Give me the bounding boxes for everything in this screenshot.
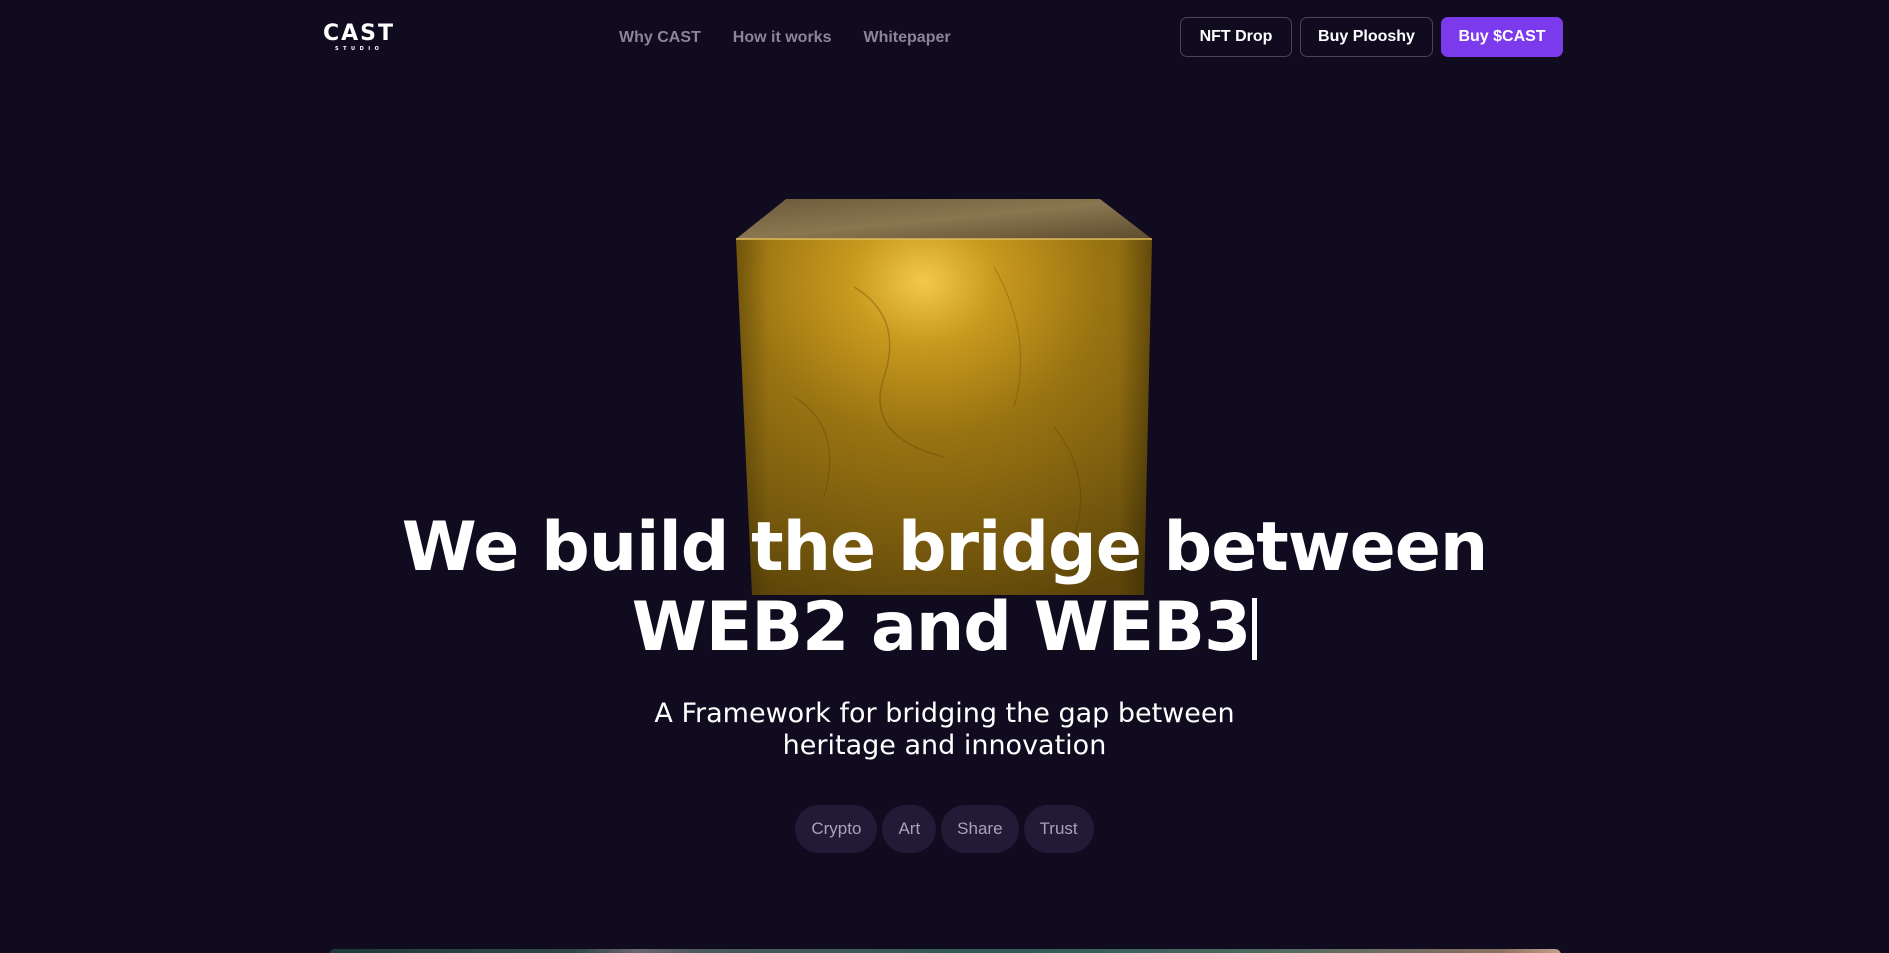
nav-link-why-cast[interactable]: Why CAST [619, 26, 701, 50]
buy-plooshy-button[interactable]: Buy Plooshy [1300, 17, 1433, 57]
tag-art: Art [882, 805, 937, 853]
nav-link-how-it-works[interactable]: How it works [733, 26, 832, 50]
hero-tags: Crypto Art Share Trust [0, 805, 1889, 853]
headline-line-1: We build the bridge between [401, 508, 1489, 587]
buy-cast-button[interactable]: Buy $CAST [1441, 17, 1563, 57]
subtitle-line-2: heritage and innovation [782, 730, 1107, 761]
tag-crypto: Crypto [795, 805, 878, 853]
hero-subtitle: A Framework for bridging the gap between… [0, 698, 1889, 762]
tag-trust: Trust [1023, 805, 1094, 853]
page: CAST STUDIO Why CAST How it works Whitep… [0, 0, 1889, 953]
nft-drop-button[interactable]: NFT Drop [1180, 17, 1292, 57]
next-section-preview-image [329, 949, 1561, 953]
logo-subtext: STUDIO [335, 46, 384, 52]
headline-line-2-wrap: WEB2 and WEB3 [0, 588, 1889, 668]
hero-headline: We build the bridge between WEB2 and WEB… [0, 508, 1889, 668]
cast-studio-logo[interactable]: CAST STUDIO [323, 21, 399, 53]
typing-cursor [1252, 598, 1258, 660]
tag-share: Share [941, 805, 1019, 853]
site-header: CAST STUDIO Why CAST How it works Whitep… [0, 0, 1889, 76]
headline-line-2: WEB2 and WEB3 [631, 588, 1252, 667]
logo-wordmark: CAST [323, 21, 396, 46]
nav-link-whitepaper[interactable]: Whitepaper [863, 26, 950, 50]
subtitle-line-1: A Framework for bridging the gap between [654, 698, 1235, 729]
main-nav: Why CAST How it works Whitepaper [619, 26, 983, 50]
